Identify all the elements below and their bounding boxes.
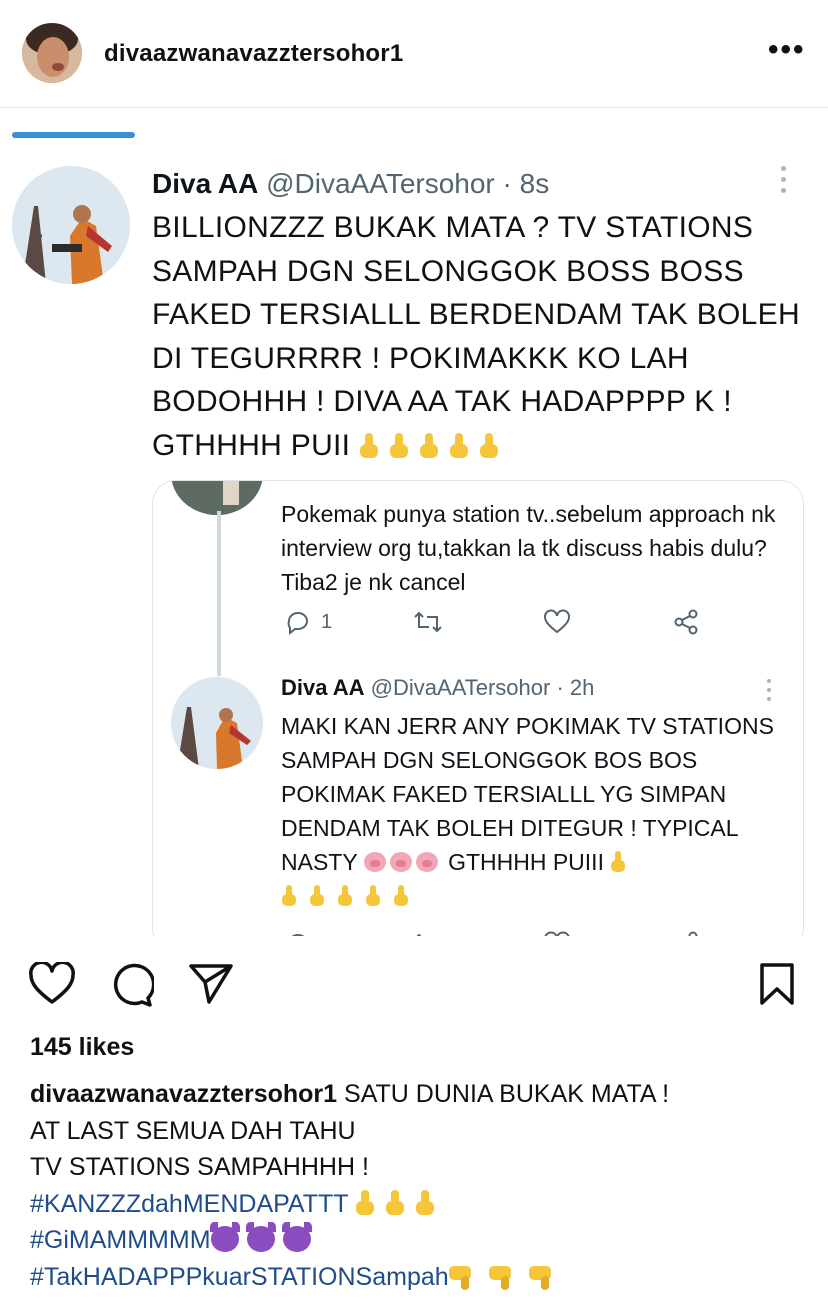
reply2-more-icon [765,679,773,709]
pig-emoji-icon [363,852,386,872]
hashtag-2[interactable]: #GiMAMMMMM [30,1226,211,1254]
devil-emoji-icon [245,1222,276,1252]
reply2-text-tail: GTHHHH PUIII [448,849,604,875]
reply2-header: Diva AA @DivaAATersohor · 2h [281,675,594,701]
finger-emoji-icon [389,432,409,459]
reply-avatar [171,481,263,515]
reply2-text: MAKI KAN JERR ANY POKIMAK TV STATIONS SA… [281,709,791,913]
finger-emoji-icon [365,885,381,907]
reply-actions: 1 [281,609,781,645]
share-send-icon[interactable] [188,962,234,1006]
reply2-author-handle: @DivaAATersohor [370,675,551,700]
tweet-separator: · [502,168,512,199]
pointing-finger-emojis [359,424,509,468]
finger-emoji-icon [415,1189,435,1216]
reply-count: 1 [321,610,333,633]
caption-line-3: TV STATIONS SAMPAHHHH ! [30,1153,369,1181]
tweet-author-handle: @DivaAATersohor [266,168,495,199]
finger-emoji-icon [359,432,379,459]
thumbs-down-emoji-icon [528,1264,559,1290]
reply-action: 1 [285,609,332,635]
finger-emoji-icon [393,885,409,907]
likes-count[interactable]: 145 likes [30,1033,134,1062]
tweet-header: Diva AA @DivaAATersohor · 8s [152,168,549,200]
embedded-thread-card: Pokemak punya station tv..sebelum approa… [152,480,804,936]
avatar[interactable] [22,23,82,83]
pig-emoji-icon [415,852,438,872]
finger-emoji-icon [610,851,626,873]
like-action [543,609,571,635]
retweet-action [413,609,443,635]
thumbs-down-emoji-icon [448,1264,479,1290]
comment-icon [287,612,308,635]
reply2-author-name: Diva AA [281,675,365,700]
finger-emoji-icon [419,432,439,459]
post-actions [0,936,828,1016]
tweet-author-name: Diva AA [152,168,259,199]
finger-emoji-icon [337,885,353,907]
share-icon [674,609,698,635]
devil-emoji-icon [209,1222,240,1252]
tweet-text: BILLIONZZZ BUKAK MATA ? TV STATIONS SAMP… [152,206,802,467]
retweet-icon [414,611,442,633]
comment-icon[interactable] [108,962,154,1008]
caption-line-2: AT LAST SEMUA DAH TAHU [30,1116,356,1145]
caption-line-1: SATU DUNIA BUKAK MATA ! [344,1080,670,1108]
devil-emoji-icon [281,1222,312,1252]
reply2-avatar [171,677,263,769]
thumbs-down-emoji-icon [488,1264,519,1290]
username[interactable]: divaazwanavazztersohor1 [104,40,403,68]
reply-text: Pokemak punya station tv..sebelum approa… [281,501,776,595]
heart-icon [544,609,570,634]
finger-emoji-icon [385,1189,405,1216]
reply2-separator: · [556,675,564,700]
finger-emoji-icon [355,1189,375,1216]
more-options-icon[interactable]: ••• [768,35,806,65]
caption-username[interactable]: divaazwanavazztersohor1 [30,1080,337,1108]
hashtag-3[interactable]: #TakHADAPPPkuarSTATIONSampah [30,1263,449,1291]
caption: divaazwanavazztersohor1 SATU DUNIA BUKAK… [30,1076,810,1295]
save-bookmark-icon[interactable] [758,962,796,1006]
post-image: Diva AA @DivaAATersohor · 8s BILLIONZZZ … [0,108,828,936]
finger-emoji-icon [479,432,499,459]
like-heart-icon[interactable] [28,962,76,1006]
reply2-time: 2h [569,675,595,700]
tweet-avatar [12,166,130,284]
share-action [673,609,699,635]
finger-emoji-icon [309,885,325,907]
pig-emoji-icon [389,852,412,872]
thread-line [217,511,221,676]
finger-emoji-icon [281,885,297,907]
tweet-more-icon [778,166,788,206]
progress-indicator [12,132,135,138]
tweet-time: 8s [519,168,550,199]
hashtag-1[interactable]: #KANZZZdahMENDAPATTT [30,1190,348,1218]
finger-emoji-icon [449,432,469,459]
post-header: divaazwanavazztersohor1 ••• [0,0,828,107]
